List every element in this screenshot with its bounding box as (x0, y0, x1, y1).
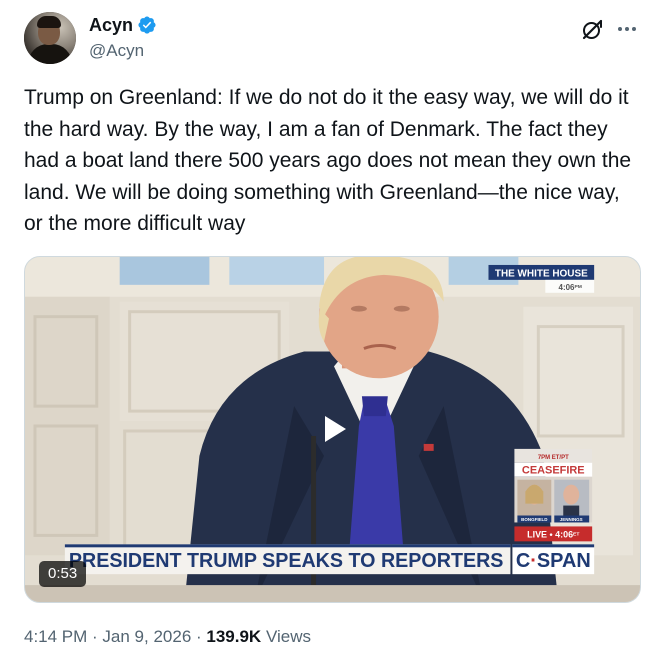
promo-name-left: BONGFIELD (521, 517, 548, 522)
live-label: LIVE (527, 529, 547, 539)
verified-badge-icon (138, 16, 156, 34)
author-block[interactable]: Acyn @Acyn (89, 14, 157, 62)
video-player[interactable]: THE WHITE HOUSE 4:06PM 7PM ET/PT CEASEFI… (24, 256, 641, 603)
cspan-logo: C·SPAN (516, 550, 591, 572)
tweet-date[interactable]: Jan 9, 2026 (102, 627, 191, 646)
bug-time-value: 4:06 (559, 283, 576, 292)
cspan-logo-span: SPAN (537, 550, 591, 572)
avatar[interactable] (24, 12, 76, 64)
meta-separator: · (87, 627, 103, 646)
bug-time-suffix: PM (574, 284, 581, 290)
play-icon[interactable] (310, 406, 356, 452)
cspan-logo-c: C (516, 550, 530, 572)
views-count[interactable]: 139.9K (206, 627, 261, 646)
tweet-meta: 4:14 PM · Jan 9, 2026 · 139.9K Views (24, 626, 311, 648)
video-duration: 0:53 (39, 561, 87, 587)
author-display-name[interactable]: Acyn (89, 14, 133, 36)
promo-time: 7PM ET/PT (538, 455, 569, 461)
live-tz: ET (573, 531, 579, 537)
author-handle[interactable]: @Acyn (89, 40, 157, 62)
meta-separator: · (191, 627, 207, 646)
live-time: 4:06 (555, 529, 573, 539)
network-bug-label: THE WHITE HOUSE (495, 268, 588, 279)
lower-third-caption: PRESIDENT TRUMP SPEAKS TO REPORTERS (69, 550, 504, 572)
tweet-time[interactable]: 4:14 PM (24, 627, 87, 646)
grok-icon[interactable] (580, 18, 604, 42)
promo-title: CEASEFIRE (522, 465, 585, 477)
tweet-header: Acyn @Acyn (24, 12, 639, 64)
views-label: Views (265, 627, 311, 646)
more-options-icon[interactable] (614, 16, 640, 42)
live-indicator: LIVE • 4:06ET (527, 529, 579, 539)
promo-name-right: JENNINGS (560, 517, 583, 522)
author-name-row[interactable]: Acyn (89, 14, 157, 36)
tweet-text: Trump on Greenland: If we do not do it t… (24, 86, 637, 235)
